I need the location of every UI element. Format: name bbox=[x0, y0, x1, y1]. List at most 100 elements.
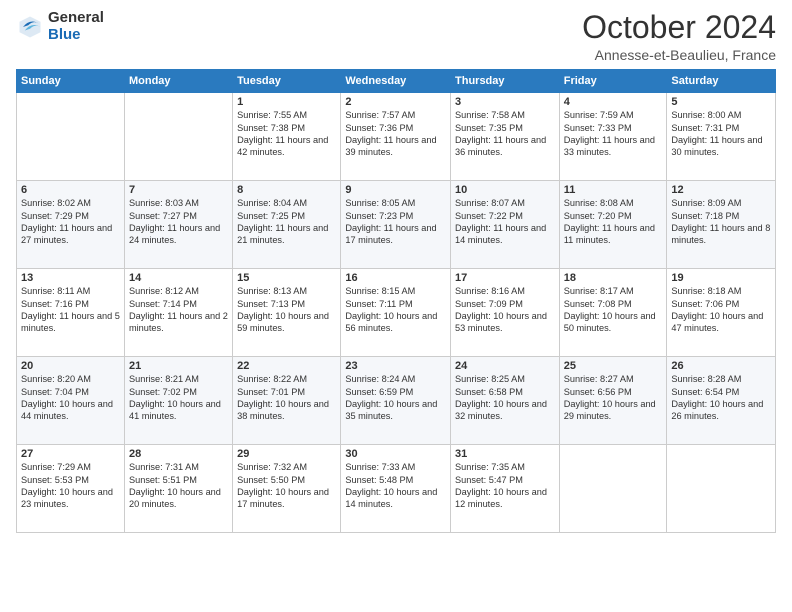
header: General Blue October 2024 Annesse-et-Bea… bbox=[16, 10, 776, 63]
table-row: 12Sunrise: 8:09 AM Sunset: 7:18 PM Dayli… bbox=[667, 181, 776, 269]
day-number: 4 bbox=[564, 96, 663, 108]
day-number: 22 bbox=[237, 360, 336, 372]
day-info: Sunrise: 8:00 AM Sunset: 7:31 PM Dayligh… bbox=[671, 109, 771, 159]
day-info: Sunrise: 8:08 AM Sunset: 7:20 PM Dayligh… bbox=[564, 197, 663, 247]
calendar-week-row: 20Sunrise: 8:20 AM Sunset: 7:04 PM Dayli… bbox=[17, 357, 776, 445]
day-info: Sunrise: 8:17 AM Sunset: 7:08 PM Dayligh… bbox=[564, 285, 663, 335]
day-info: Sunrise: 8:22 AM Sunset: 7:01 PM Dayligh… bbox=[237, 373, 336, 423]
table-row: 6Sunrise: 8:02 AM Sunset: 7:29 PM Daylig… bbox=[17, 181, 125, 269]
table-row bbox=[17, 93, 125, 181]
table-row: 10Sunrise: 8:07 AM Sunset: 7:22 PM Dayli… bbox=[451, 181, 560, 269]
location-subtitle: Annesse-et-Beaulieu, France bbox=[582, 47, 776, 63]
table-row bbox=[559, 445, 667, 533]
day-info: Sunrise: 8:13 AM Sunset: 7:13 PM Dayligh… bbox=[237, 285, 336, 335]
day-number: 27 bbox=[21, 448, 120, 460]
day-number: 24 bbox=[455, 360, 555, 372]
table-row: 19Sunrise: 8:18 AM Sunset: 7:06 PM Dayli… bbox=[667, 269, 776, 357]
title-area: October 2024 Annesse-et-Beaulieu, France bbox=[582, 10, 776, 63]
table-row: 4Sunrise: 7:59 AM Sunset: 7:33 PM Daylig… bbox=[559, 93, 667, 181]
col-wednesday: Wednesday bbox=[341, 70, 451, 93]
day-number: 9 bbox=[345, 184, 446, 196]
logo-icon bbox=[16, 13, 44, 41]
day-number: 25 bbox=[564, 360, 663, 372]
col-thursday: Thursday bbox=[451, 70, 560, 93]
table-row: 27Sunrise: 7:29 AM Sunset: 5:53 PM Dayli… bbox=[17, 445, 125, 533]
calendar-header-row: Sunday Monday Tuesday Wednesday Thursday… bbox=[17, 70, 776, 93]
day-number: 1 bbox=[237, 96, 336, 108]
table-row: 25Sunrise: 8:27 AM Sunset: 6:56 PM Dayli… bbox=[559, 357, 667, 445]
col-monday: Monday bbox=[124, 70, 232, 93]
day-info: Sunrise: 7:31 AM Sunset: 5:51 PM Dayligh… bbox=[129, 461, 228, 511]
day-info: Sunrise: 7:33 AM Sunset: 5:48 PM Dayligh… bbox=[345, 461, 446, 511]
logo: General Blue bbox=[16, 10, 104, 43]
table-row: 21Sunrise: 8:21 AM Sunset: 7:02 PM Dayli… bbox=[124, 357, 232, 445]
day-number: 15 bbox=[237, 272, 336, 284]
table-row: 31Sunrise: 7:35 AM Sunset: 5:47 PM Dayli… bbox=[451, 445, 560, 533]
day-info: Sunrise: 8:15 AM Sunset: 7:11 PM Dayligh… bbox=[345, 285, 446, 335]
day-info: Sunrise: 8:16 AM Sunset: 7:09 PM Dayligh… bbox=[455, 285, 555, 335]
day-number: 8 bbox=[237, 184, 336, 196]
day-info: Sunrise: 8:28 AM Sunset: 6:54 PM Dayligh… bbox=[671, 373, 771, 423]
day-number: 28 bbox=[129, 448, 228, 460]
day-number: 31 bbox=[455, 448, 555, 460]
day-info: Sunrise: 8:21 AM Sunset: 7:02 PM Dayligh… bbox=[129, 373, 228, 423]
col-sunday: Sunday bbox=[17, 70, 125, 93]
day-info: Sunrise: 8:02 AM Sunset: 7:29 PM Dayligh… bbox=[21, 197, 120, 247]
day-info: Sunrise: 7:55 AM Sunset: 7:38 PM Dayligh… bbox=[237, 109, 336, 159]
table-row: 1Sunrise: 7:55 AM Sunset: 7:38 PM Daylig… bbox=[233, 93, 341, 181]
day-number: 17 bbox=[455, 272, 555, 284]
table-row: 11Sunrise: 8:08 AM Sunset: 7:20 PM Dayli… bbox=[559, 181, 667, 269]
day-info: Sunrise: 7:59 AM Sunset: 7:33 PM Dayligh… bbox=[564, 109, 663, 159]
table-row: 23Sunrise: 8:24 AM Sunset: 6:59 PM Dayli… bbox=[341, 357, 451, 445]
day-number: 11 bbox=[564, 184, 663, 196]
day-info: Sunrise: 7:32 AM Sunset: 5:50 PM Dayligh… bbox=[237, 461, 336, 511]
table-row: 17Sunrise: 8:16 AM Sunset: 7:09 PM Dayli… bbox=[451, 269, 560, 357]
day-info: Sunrise: 8:18 AM Sunset: 7:06 PM Dayligh… bbox=[671, 285, 771, 335]
table-row: 5Sunrise: 8:00 AM Sunset: 7:31 PM Daylig… bbox=[667, 93, 776, 181]
table-row: 8Sunrise: 8:04 AM Sunset: 7:25 PM Daylig… bbox=[233, 181, 341, 269]
table-row: 13Sunrise: 8:11 AM Sunset: 7:16 PM Dayli… bbox=[17, 269, 125, 357]
day-number: 14 bbox=[129, 272, 228, 284]
day-info: Sunrise: 8:20 AM Sunset: 7:04 PM Dayligh… bbox=[21, 373, 120, 423]
col-saturday: Saturday bbox=[667, 70, 776, 93]
table-row bbox=[667, 445, 776, 533]
day-info: Sunrise: 8:24 AM Sunset: 6:59 PM Dayligh… bbox=[345, 373, 446, 423]
day-number: 7 bbox=[129, 184, 228, 196]
day-number: 3 bbox=[455, 96, 555, 108]
day-number: 5 bbox=[671, 96, 771, 108]
table-row: 9Sunrise: 8:05 AM Sunset: 7:23 PM Daylig… bbox=[341, 181, 451, 269]
logo-text: General Blue bbox=[48, 10, 104, 43]
table-row: 30Sunrise: 7:33 AM Sunset: 5:48 PM Dayli… bbox=[341, 445, 451, 533]
month-title: October 2024 bbox=[582, 10, 776, 45]
day-number: 16 bbox=[345, 272, 446, 284]
day-info: Sunrise: 8:04 AM Sunset: 7:25 PM Dayligh… bbox=[237, 197, 336, 247]
table-row: 2Sunrise: 7:57 AM Sunset: 7:36 PM Daylig… bbox=[341, 93, 451, 181]
day-number: 6 bbox=[21, 184, 120, 196]
calendar-week-row: 13Sunrise: 8:11 AM Sunset: 7:16 PM Dayli… bbox=[17, 269, 776, 357]
day-info: Sunrise: 7:29 AM Sunset: 5:53 PM Dayligh… bbox=[21, 461, 120, 511]
day-info: Sunrise: 7:57 AM Sunset: 7:36 PM Dayligh… bbox=[345, 109, 446, 159]
table-row: 22Sunrise: 8:22 AM Sunset: 7:01 PM Dayli… bbox=[233, 357, 341, 445]
day-info: Sunrise: 8:05 AM Sunset: 7:23 PM Dayligh… bbox=[345, 197, 446, 247]
day-number: 21 bbox=[129, 360, 228, 372]
day-number: 29 bbox=[237, 448, 336, 460]
day-number: 20 bbox=[21, 360, 120, 372]
page: General Blue October 2024 Annesse-et-Bea… bbox=[0, 0, 792, 612]
day-info: Sunrise: 8:27 AM Sunset: 6:56 PM Dayligh… bbox=[564, 373, 663, 423]
day-info: Sunrise: 8:11 AM Sunset: 7:16 PM Dayligh… bbox=[21, 285, 120, 335]
day-info: Sunrise: 8:12 AM Sunset: 7:14 PM Dayligh… bbox=[129, 285, 228, 335]
logo-general-text: General bbox=[48, 10, 104, 27]
col-tuesday: Tuesday bbox=[233, 70, 341, 93]
day-info: Sunrise: 8:09 AM Sunset: 7:18 PM Dayligh… bbox=[671, 197, 771, 247]
table-row: 3Sunrise: 7:58 AM Sunset: 7:35 PM Daylig… bbox=[451, 93, 560, 181]
table-row: 24Sunrise: 8:25 AM Sunset: 6:58 PM Dayli… bbox=[451, 357, 560, 445]
table-row: 28Sunrise: 7:31 AM Sunset: 5:51 PM Dayli… bbox=[124, 445, 232, 533]
table-row: 18Sunrise: 8:17 AM Sunset: 7:08 PM Dayli… bbox=[559, 269, 667, 357]
calendar-week-row: 27Sunrise: 7:29 AM Sunset: 5:53 PM Dayli… bbox=[17, 445, 776, 533]
day-number: 12 bbox=[671, 184, 771, 196]
day-info: Sunrise: 7:58 AM Sunset: 7:35 PM Dayligh… bbox=[455, 109, 555, 159]
day-number: 30 bbox=[345, 448, 446, 460]
day-info: Sunrise: 8:25 AM Sunset: 6:58 PM Dayligh… bbox=[455, 373, 555, 423]
day-info: Sunrise: 7:35 AM Sunset: 5:47 PM Dayligh… bbox=[455, 461, 555, 511]
col-friday: Friday bbox=[559, 70, 667, 93]
